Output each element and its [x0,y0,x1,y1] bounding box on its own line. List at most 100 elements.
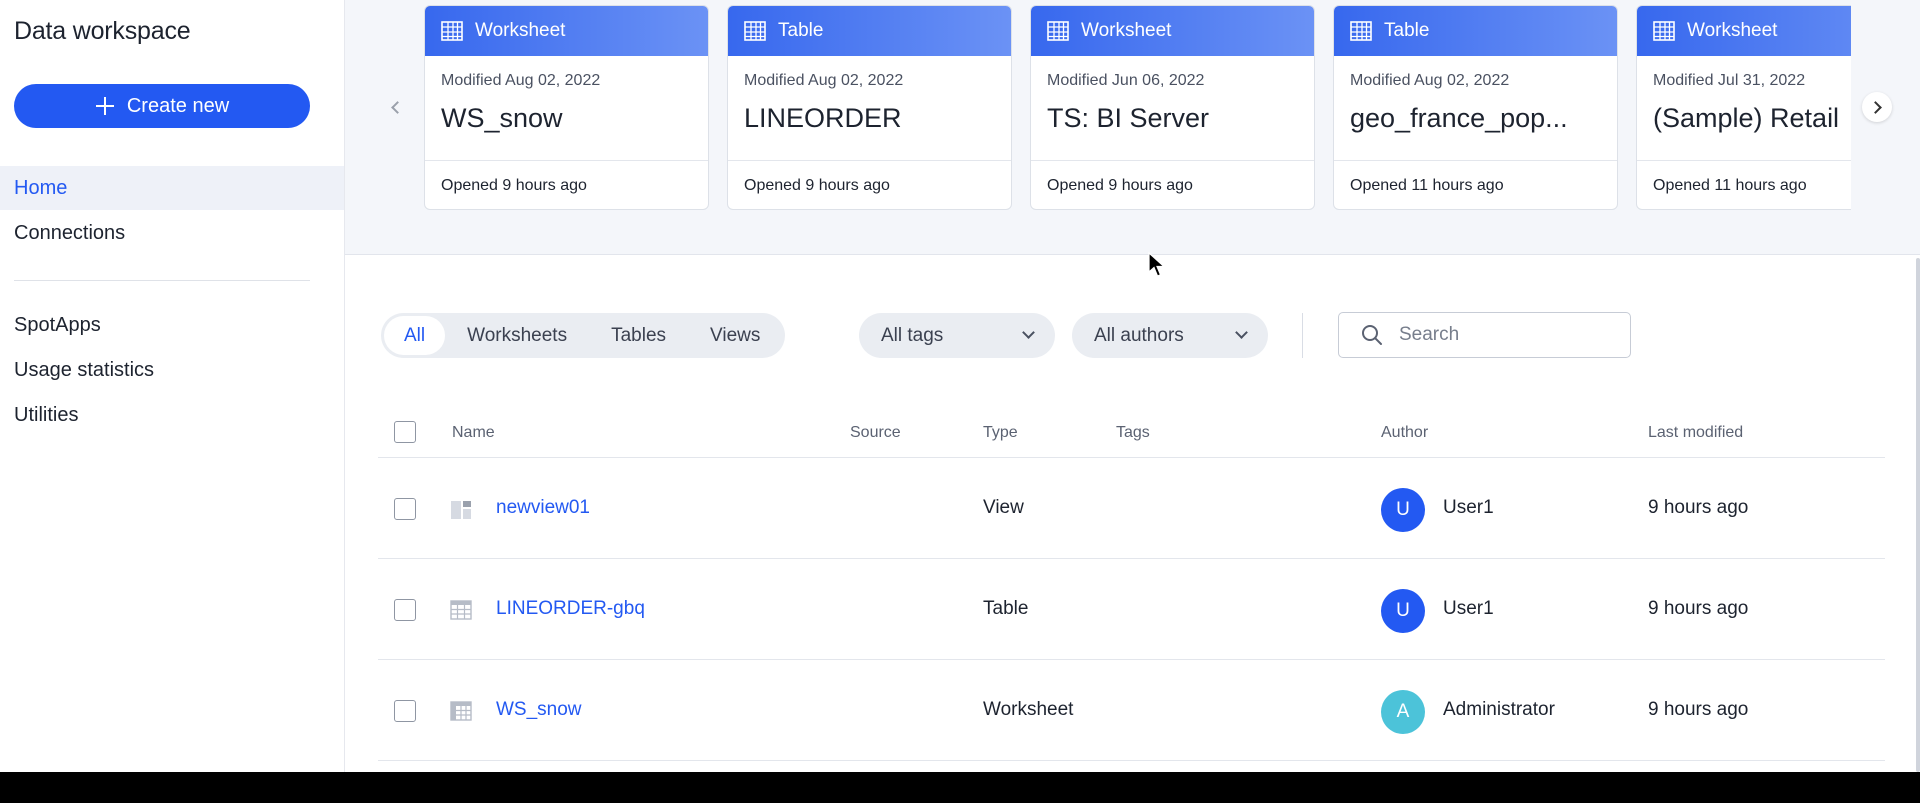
card-kind: Worksheet [475,20,566,41]
avatar: U [1381,589,1425,633]
table-icon [1350,21,1372,41]
sidebar-item-spotapps[interactable]: SpotApps [0,303,344,347]
row-author: User1 [1443,598,1494,619]
recent-card[interactable]: Worksheet Modified Jun 06, 2022 TS: BI S… [1030,5,1315,210]
recent-card[interactable]: Worksheet Modified Jul 31, 2022 (Sample)… [1636,5,1851,210]
row-checkbox[interactable] [394,498,416,520]
sidebar-item-label: Home [14,176,68,199]
worksheet-icon [450,701,472,721]
search-input[interactable] [1399,324,1619,346]
sidebar-item-connections[interactable]: Connections [0,211,344,255]
card-title: (Sample) Retail [1653,103,1840,133]
filter-worksheets[interactable]: Worksheets [445,316,589,355]
vertical-scrollbar[interactable] [1916,258,1920,772]
search-box[interactable] [1338,312,1631,358]
card-title: TS: BI Server [1047,103,1210,133]
type-filter-segmented: All Worksheets Tables Views [381,313,786,358]
row-name-link[interactable]: WS_snow [496,699,582,721]
row-modified: 9 hours ago [1648,598,1749,619]
view-icon [451,501,471,519]
create-new-label: Create new [126,94,230,117]
sidebar: Data workspace Create new Home Connectio… [0,0,345,772]
card-title: WS_snow [441,103,563,133]
card-modified: Modified Aug 02, 2022 [744,72,904,89]
card-header: Table [728,6,1011,56]
filter-divider [1302,313,1303,358]
sidebar-item-usage-statistics[interactable]: Usage statistics [0,348,344,392]
row-type: Table [983,598,1029,619]
recent-items-carousel: Worksheet Modified Aug 02, 2022 WS_snow … [345,0,1920,255]
table-header: Name Source Type Tags Author Last modifi… [378,407,1885,458]
authors-dropdown[interactable]: All authors [1072,313,1268,358]
worksheet-icon [1047,21,1069,41]
card-kind: Table [1384,20,1430,41]
row-modified: 9 hours ago [1648,699,1749,720]
create-new-button[interactable]: Create new [14,84,310,128]
card-header: Worksheet [425,6,708,56]
filter-tables[interactable]: Tables [589,316,688,355]
col-source-header[interactable]: Source [850,424,901,442]
row-name-link[interactable]: LINEORDER-gbq [496,598,645,620]
card-modified: Modified Jul 31, 2022 [1653,72,1806,89]
card-opened: Opened 11 hours ago [1334,160,1617,209]
sidebar-item-label: Connections [14,221,126,244]
card-kind: Table [778,20,824,41]
sidebar-item-home[interactable]: Home [0,166,344,210]
main-content: Worksheet Modified Aug 02, 2022 WS_snow … [345,0,1920,772]
card-modified: Modified Jun 06, 2022 [1047,72,1205,89]
carousel-next-button[interactable] [1862,92,1892,122]
card-opened: Opened 9 hours ago [1031,160,1314,209]
mouse-cursor-icon [1148,252,1166,277]
tags-dropdown[interactable]: All tags [859,313,1055,358]
row-author: Administrator [1443,699,1555,720]
table-icon [744,21,766,41]
card-header: Worksheet [1031,6,1314,56]
recent-card[interactable]: Worksheet Modified Aug 02, 2022 WS_snow … [424,5,709,210]
tags-dropdown-label: All tags [881,324,944,346]
select-all-checkbox[interactable] [394,421,416,443]
card-opened: Opened 9 hours ago [728,160,1011,209]
card-kind: Worksheet [1081,20,1172,41]
chevron-left-icon [390,100,404,114]
app-window: Data workspace Create new Home Connectio… [0,0,1920,772]
col-author-header[interactable]: Author [1381,424,1428,442]
card-modified: Modified Aug 02, 2022 [1350,72,1510,89]
col-modified-header[interactable]: Last modified [1648,424,1743,442]
sidebar-title: Data workspace [14,17,191,45]
carousel-prev-button[interactable] [380,92,410,122]
worksheet-icon [441,21,463,41]
avatar: A [1381,690,1425,734]
table-row[interactable]: newview01 View U User1 9 hours ago [378,458,1885,559]
card-title: geo_france_pop... [1350,103,1568,133]
table-row[interactable]: WS_snow Worksheet A Administrator 9 hour… [378,660,1885,761]
card-opened: Opened 9 hours ago [425,160,708,209]
sidebar-item-label: Usage statistics [14,358,155,381]
sidebar-item-label: SpotApps [14,313,101,336]
row-checkbox[interactable] [394,599,416,621]
row-author: User1 [1443,497,1494,518]
filter-all[interactable]: All [384,316,446,355]
sidebar-item-label: Utilities [14,403,79,426]
card-modified: Modified Aug 02, 2022 [441,72,601,89]
sidebar-item-utilities[interactable]: Utilities [0,393,344,437]
card-kind: Worksheet [1687,20,1778,41]
recent-card[interactable]: Table Modified Aug 02, 2022 LINEORDER Op… [727,5,1012,210]
card-title: LINEORDER [744,103,902,133]
card-header: Worksheet [1637,6,1851,56]
filter-views[interactable]: Views [688,316,782,355]
bottom-black-bar [0,772,1920,803]
plus-icon [95,96,115,116]
col-name-header[interactable]: Name [452,424,495,442]
row-checkbox[interactable] [394,700,416,722]
table-row[interactable]: LINEORDER-gbq Table U User1 9 hours ago [378,559,1885,660]
chevron-down-icon [1235,326,1248,339]
table-icon [450,600,472,620]
row-name-link[interactable]: newview01 [496,497,590,519]
recent-card[interactable]: Table Modified Aug 02, 2022 geo_france_p… [1333,5,1618,210]
col-type-header[interactable]: Type [983,424,1018,442]
chevron-down-icon [1022,326,1035,339]
sidebar-divider [14,280,310,281]
card-opened: Opened 11 hours ago [1637,160,1851,209]
authors-dropdown-label: All authors [1094,324,1184,346]
col-tags-header[interactable]: Tags [1116,424,1150,442]
